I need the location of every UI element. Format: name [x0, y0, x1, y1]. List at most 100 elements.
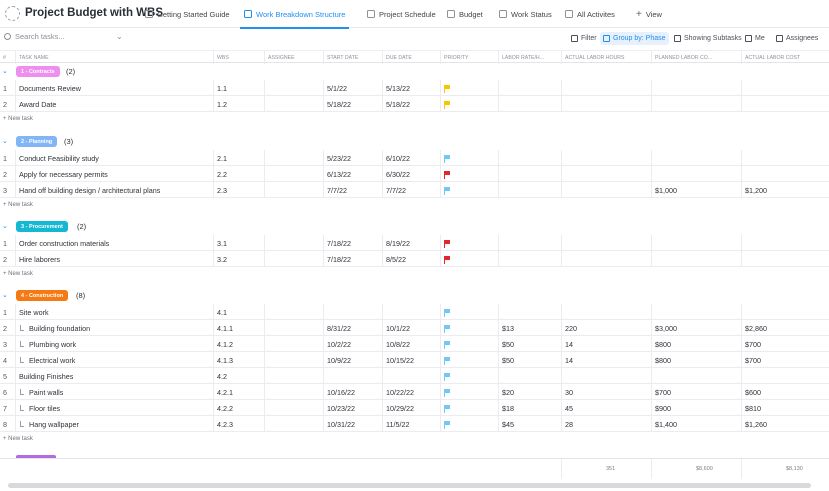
chevron-down-icon[interactable]: ⌄: [2, 222, 8, 230]
cell-task-name[interactable]: Order construction materials: [15, 235, 213, 251]
table-row[interactable]: 2 Hire laborers 3.2 7/18/22 8/5/22: [0, 251, 829, 267]
task-name[interactable]: Plumbing work: [29, 340, 76, 349]
cell-task-name[interactable]: Plumbing work: [15, 336, 213, 352]
priority-flag-icon[interactable]: [444, 325, 451, 333]
cell-wbs: 2.1: [213, 150, 264, 166]
chevron-down-icon[interactable]: ⌄: [116, 32, 123, 41]
me-button[interactable]: Me: [742, 32, 768, 45]
group-header[interactable]: ⌄ 3 - Procurement (2): [0, 218, 829, 235]
priority-flag-icon[interactable]: [444, 171, 451, 179]
priority-flag-icon[interactable]: [444, 240, 451, 248]
cell-: 7: [3, 403, 7, 413]
priority-flag-icon[interactable]: [444, 85, 451, 93]
group-pill[interactable]: 1 - Contracts: [16, 66, 60, 77]
new-task-button[interactable]: + New task: [3, 433, 33, 445]
cell-planned-labor-co: [651, 80, 741, 96]
priority-flag-icon[interactable]: [444, 155, 451, 163]
cell-assignee: [264, 235, 323, 251]
assignees-button[interactable]: Assignees: [773, 32, 821, 45]
task-name[interactable]: Conduct Feasibility study: [19, 154, 99, 163]
tab-budget[interactable]: Budget: [447, 0, 483, 28]
priority-flag-icon[interactable]: [444, 341, 451, 349]
cell-actual-labor-hours: [561, 96, 651, 112]
tab-getting-started-guide[interactable]: Getting Started Guide: [145, 0, 230, 28]
table-row[interactable]: 4 Electrical work 4.1.3 10/9/22 10/15/22 $50 1…: [0, 352, 829, 368]
cell-task-name[interactable]: Apply for necessary permits: [15, 166, 213, 182]
task-name[interactable]: Apply for necessary permits: [19, 170, 108, 179]
task-name[interactable]: Hire laborers: [19, 255, 60, 264]
group-header[interactable]: ⌄ 4 - Construction (8): [0, 287, 829, 304]
priority-flag-icon[interactable]: [444, 357, 451, 365]
cell-task-name[interactable]: Paint walls: [15, 384, 213, 400]
toolbar: Search tasks... ⌄ Filter Group by: Phase…: [0, 29, 829, 49]
task-name[interactable]: Hang wallpaper: [29, 420, 79, 429]
new-task-button[interactable]: + New task: [3, 268, 33, 280]
group-header[interactable]: ⌄ 1 - Contracts (2): [0, 63, 829, 80]
cell-task-name[interactable]: Electrical work: [15, 352, 213, 368]
table-row[interactable]: 2 Apply for necessary permits 2.2 6/13/22 6/…: [0, 166, 829, 182]
table-row[interactable]: 7 Floor tiles 4.2.2 10/23/22 10/29/22 $18 45 $9…: [0, 400, 829, 416]
tab-work-breakdown-structure[interactable]: Work Breakdown Structure: [239, 0, 350, 29]
new-task-button[interactable]: + New task: [3, 113, 33, 125]
table-row[interactable]: 3 Hand off building design / architectura…: [0, 182, 829, 198]
task-name[interactable]: Hand off building design / architectural…: [19, 186, 160, 195]
horizontal-scrollbar[interactable]: [0, 481, 829, 491]
task-name[interactable]: Electrical work: [29, 356, 75, 365]
group-by-button[interactable]: Group by: Phase: [600, 32, 669, 45]
cell-task-name[interactable]: Hand off building design / architectural…: [15, 182, 213, 198]
task-name[interactable]: Building foundation: [29, 324, 90, 333]
chevron-down-icon[interactable]: ⌄: [2, 137, 8, 145]
cell-task-name[interactable]: Conduct Feasibility study: [15, 150, 213, 166]
table-row[interactable]: 2 Building foundation 4.1.1 8/31/22 10/1/22 $…: [0, 320, 829, 336]
search-input[interactable]: Search tasks...: [4, 32, 65, 41]
table-row[interactable]: 1 Conduct Feasibility study 2.1 5/23/22 6/10…: [0, 150, 829, 166]
task-name[interactable]: Site work: [19, 308, 49, 317]
cell-task-name[interactable]: Building Finishes: [15, 368, 213, 384]
cell-assignee: [264, 400, 323, 416]
tab-all-activites[interactable]: All Activites: [565, 0, 615, 28]
tab-project-schedule[interactable]: Project Schedule: [367, 0, 436, 28]
cell-assignee: [264, 166, 323, 182]
task-name[interactable]: Order construction materials: [19, 239, 109, 248]
add-view-button[interactable]: + View: [636, 0, 662, 28]
table-row[interactable]: 2 Award Date 1.2 5/18/22 5/18/22: [0, 96, 829, 112]
task-name[interactable]: Documents Review: [19, 84, 81, 93]
table-row[interactable]: 1 Documents Review 1.1 5/1/22 5/13/22: [0, 80, 829, 96]
filter-button[interactable]: Filter: [568, 32, 600, 45]
task-name[interactable]: Floor tiles: [29, 404, 60, 413]
group-pill[interactable]: 4 - Construction: [16, 290, 69, 301]
table-row[interactable]: 1 Site work 4.1: [0, 304, 829, 320]
priority-flag-icon[interactable]: [444, 101, 451, 109]
cell-task-name[interactable]: Documents Review: [15, 80, 213, 96]
table-row[interactable]: 1 Order construction materials 3.1 7/18/22 8…: [0, 235, 829, 251]
cell-task-name[interactable]: Hire laborers: [15, 251, 213, 267]
priority-flag-icon[interactable]: [444, 256, 451, 264]
task-name[interactable]: Award Date: [19, 100, 56, 109]
cell-task-name[interactable]: Hang wallpaper: [15, 416, 213, 432]
table-row[interactable]: 8 Hang wallpaper 4.2.3 10/31/22 11/5/22 $45 28…: [0, 416, 829, 432]
new-task-button[interactable]: + New task: [3, 199, 33, 211]
priority-flag-icon[interactable]: [444, 309, 451, 317]
table-row[interactable]: 5 Building Finishes 4.2: [0, 368, 829, 384]
cell-task-name[interactable]: Floor tiles: [15, 400, 213, 416]
priority-flag-icon[interactable]: [444, 405, 451, 413]
scrollbar-thumb[interactable]: [8, 483, 811, 488]
priority-flag-icon[interactable]: [444, 187, 451, 195]
chevron-down-icon[interactable]: ⌄: [2, 291, 8, 299]
cell-task-name[interactable]: Building foundation: [15, 320, 213, 336]
task-name[interactable]: Building Finishes: [19, 372, 73, 381]
tab-work-status[interactable]: Work Status: [499, 0, 552, 28]
priority-flag-icon[interactable]: [444, 373, 451, 381]
cell-task-name[interactable]: Award Date: [15, 96, 213, 112]
priority-flag-icon[interactable]: [444, 421, 451, 429]
priority-flag-icon[interactable]: [444, 389, 451, 397]
group-pill[interactable]: 2 - Planning: [16, 136, 58, 147]
table-row[interactable]: 3 Plumbing work 4.1.2 10/2/22 10/8/22 $50 14 $8…: [0, 336, 829, 352]
group-pill[interactable]: 3 - Procurement: [16, 221, 68, 232]
task-name[interactable]: Paint walls: [29, 388, 63, 397]
group-header[interactable]: ⌄ 2 - Planning (3): [0, 133, 829, 150]
table-row[interactable]: 6 Paint walls 4.2.1 10/16/22 10/22/22 $20 30 $7…: [0, 384, 829, 400]
subtasks-button[interactable]: Showing Subtasks: [671, 32, 745, 45]
cell-task-name[interactable]: Site work: [15, 304, 213, 320]
chevron-down-icon[interactable]: ⌄: [2, 67, 8, 75]
